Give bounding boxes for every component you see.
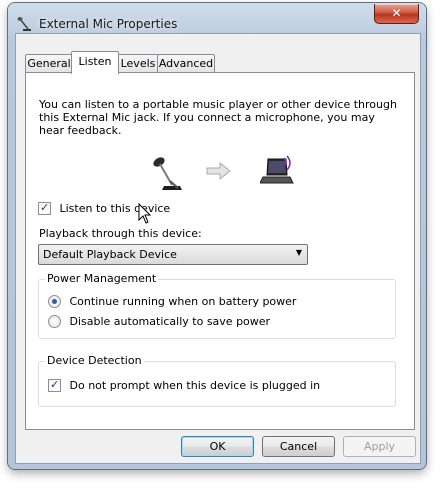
microphone-icon bbox=[153, 157, 182, 190]
playback-device-select[interactable]: Default Playback Device ▼ bbox=[38, 244, 308, 265]
device-detection-title: Device Detection bbox=[45, 354, 144, 367]
tab-listen[interactable]: Listen bbox=[71, 51, 119, 74]
power-management-group: Power Management Continue running when o… bbox=[38, 272, 396, 339]
device-detection-group: Device Detection ✓ Do not prompt when th… bbox=[38, 354, 396, 407]
arrow-right-icon bbox=[206, 161, 231, 181]
listen-checkbox-label: Listen to this device bbox=[59, 201, 171, 215]
power-option-disable[interactable]: Disable automatically to save power bbox=[48, 314, 270, 330]
power-option-continue[interactable]: Continue running when on battery power bbox=[48, 294, 296, 310]
window-title: External Mic Properties bbox=[39, 17, 178, 31]
chevron-down-icon: ▼ bbox=[295, 248, 302, 257]
power-option-continue-label: Continue running when on battery power bbox=[69, 294, 297, 308]
playback-selected-value: Default Playback Device bbox=[43, 248, 177, 261]
tab-levels[interactable]: Levels bbox=[117, 54, 159, 73]
checkmark-icon: ✓ bbox=[40, 200, 50, 214]
device-flow bbox=[26, 153, 414, 193]
apply-button[interactable]: Apply bbox=[343, 436, 416, 457]
cancel-button[interactable]: Cancel bbox=[262, 436, 335, 457]
power-management-title: Power Management bbox=[45, 272, 159, 285]
power-option-disable-label: Disable automatically to save power bbox=[69, 314, 271, 328]
tab-advanced[interactable]: Advanced bbox=[157, 54, 215, 73]
detection-checkbox-label: Do not prompt when this device is plugge… bbox=[69, 378, 321, 392]
radio-disable[interactable] bbox=[48, 314, 61, 328]
listen-description: You can listen to a portable music playe… bbox=[39, 98, 397, 137]
playback-label: Playback through this device: bbox=[39, 227, 202, 240]
radio-continue[interactable] bbox=[48, 294, 61, 308]
laptop-speaker-icon bbox=[260, 155, 294, 184]
close-button[interactable]: ✕ bbox=[374, 4, 419, 24]
checkmark-icon: ✓ bbox=[50, 377, 60, 391]
mouse-cursor-icon bbox=[138, 203, 152, 224]
listen-panel: You can listen to a portable music playe… bbox=[25, 72, 415, 430]
detection-checkbox[interactable]: ✓ bbox=[48, 377, 61, 392]
dialog-client: General Listen Levels Advanced You can l… bbox=[15, 33, 421, 464]
listen-checkbox[interactable]: ✓ bbox=[38, 200, 51, 215]
properties-window: External Mic Properties ✕ General Listen… bbox=[8, 3, 426, 469]
detection-checkbox-row[interactable]: ✓ Do not prompt when this device is plug… bbox=[48, 378, 320, 394]
radio-selected-dot bbox=[52, 298, 57, 304]
tab-general[interactable]: General bbox=[25, 54, 73, 73]
ok-button[interactable]: OK bbox=[181, 436, 254, 457]
microphone-icon bbox=[17, 17, 31, 31]
